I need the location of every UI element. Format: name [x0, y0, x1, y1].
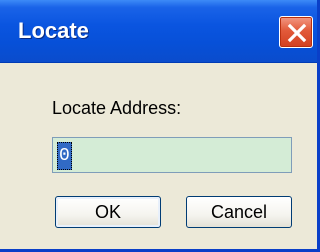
title-bar[interactable]: Locate [0, 0, 317, 63]
ok-button[interactable]: OK [55, 196, 161, 228]
address-input-selected-value[interactable]: 0 [57, 142, 72, 170]
locate-dialog: Locate Locate Address: 0 OK Cancel [0, 0, 320, 252]
close-icon [287, 23, 307, 43]
close-button[interactable] [279, 16, 313, 48]
address-input[interactable] [52, 137, 292, 173]
window-title: Locate [18, 18, 89, 43]
locate-address-label: Locate Address: [52, 98, 182, 118]
cancel-button[interactable]: Cancel [186, 196, 292, 228]
